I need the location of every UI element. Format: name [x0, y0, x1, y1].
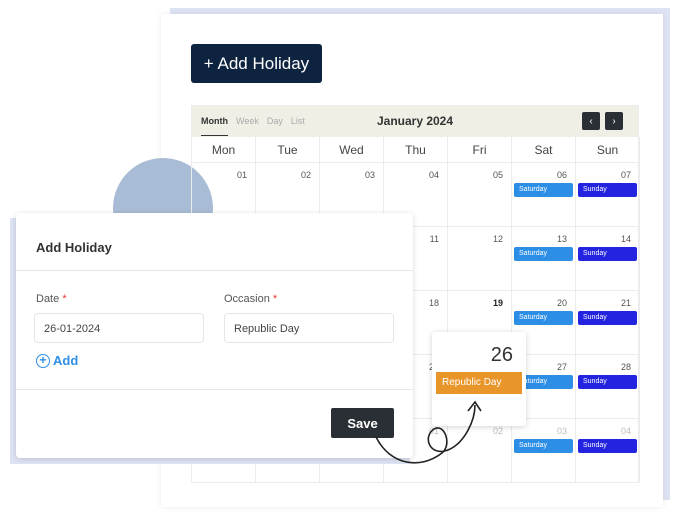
- day-number: 20: [556, 298, 567, 308]
- date-label: Date *: [36, 293, 67, 305]
- day-cell[interactable]: 05: [448, 163, 512, 227]
- day-cell[interactable]: 06 Saturday: [512, 163, 576, 227]
- divider: [16, 389, 413, 390]
- calendar-title: January 2024: [376, 114, 454, 128]
- saturday-event[interactable]: Saturday: [514, 247, 573, 261]
- occasion-label: Occasion *: [224, 293, 278, 305]
- plus-circle-icon: +: [36, 353, 50, 368]
- day-cell[interactable]: 13 Saturday: [512, 227, 576, 291]
- sunday-event[interactable]: Sunday: [578, 439, 637, 453]
- day-cell[interactable]: 12: [448, 227, 512, 291]
- day-number: 14: [620, 234, 631, 244]
- saturday-event[interactable]: Saturday: [514, 183, 573, 197]
- occasion-input[interactable]: Republic Day: [224, 313, 394, 343]
- day-cell[interactable]: 03 Saturday: [512, 419, 576, 483]
- day-number: 07: [620, 170, 631, 180]
- add-row-link[interactable]: + Add: [36, 353, 78, 368]
- day-cell[interactable]: 21 Sunday: [576, 291, 640, 355]
- prev-month-button[interactable]: ‹: [582, 112, 600, 130]
- sunday-event[interactable]: Sunday: [578, 311, 637, 325]
- sunday-event[interactable]: Sunday: [578, 247, 637, 261]
- popup-day: 26: [490, 344, 513, 366]
- date-input[interactable]: 26-01-2024: [34, 313, 204, 343]
- weekday-header: Mon: [192, 137, 256, 163]
- day-number: 04: [620, 426, 631, 436]
- day-number: 01: [236, 170, 247, 180]
- day-number: 12: [492, 234, 503, 244]
- day-cell[interactable]: 28 Sunday: [576, 355, 640, 419]
- weekday-header: Thu: [384, 137, 448, 163]
- modal-title: Add Holiday: [36, 240, 112, 255]
- day-number: 13: [556, 234, 567, 244]
- next-month-button[interactable]: ›: [605, 112, 623, 130]
- divider: [16, 270, 413, 271]
- day-number: 28: [620, 362, 631, 372]
- day-cell[interactable]: 07 Sunday: [576, 163, 640, 227]
- weekday-header: Sun: [576, 137, 640, 163]
- day-number: 03: [556, 426, 567, 436]
- weekday-header: Tue: [256, 137, 320, 163]
- sunday-event[interactable]: Sunday: [578, 375, 637, 389]
- saturday-event[interactable]: Saturday: [514, 439, 573, 453]
- day-cell[interactable]: 14 Sunday: [576, 227, 640, 291]
- popup-event: Republic Day: [436, 372, 522, 394]
- weekday-header: Sat: [512, 137, 576, 163]
- add-holiday-button[interactable]: + Add Holiday: [191, 44, 322, 83]
- day-number: 02: [300, 170, 311, 180]
- day-number: 05: [492, 170, 503, 180]
- sunday-event[interactable]: Sunday: [578, 183, 637, 197]
- weekday-header: Fri: [448, 137, 512, 163]
- calendar-toolbar: Month Week Day List January 2024 ‹ ›: [192, 106, 638, 137]
- day-number: 03: [364, 170, 375, 180]
- add-link-label: Add: [53, 353, 79, 368]
- day-number: 06: [556, 170, 567, 180]
- day-number: 27: [556, 362, 567, 372]
- day-number: 21: [620, 298, 631, 308]
- day-number: 18: [428, 298, 439, 308]
- curved-arrow-icon: [375, 400, 482, 464]
- day-number: 19: [492, 298, 503, 308]
- saturday-event[interactable]: Saturday: [514, 311, 573, 325]
- day-cell[interactable]: 04 Sunday: [576, 419, 640, 483]
- day-number: 11: [429, 234, 439, 244]
- weekday-header: Wed: [320, 137, 384, 163]
- day-number: 04: [428, 170, 439, 180]
